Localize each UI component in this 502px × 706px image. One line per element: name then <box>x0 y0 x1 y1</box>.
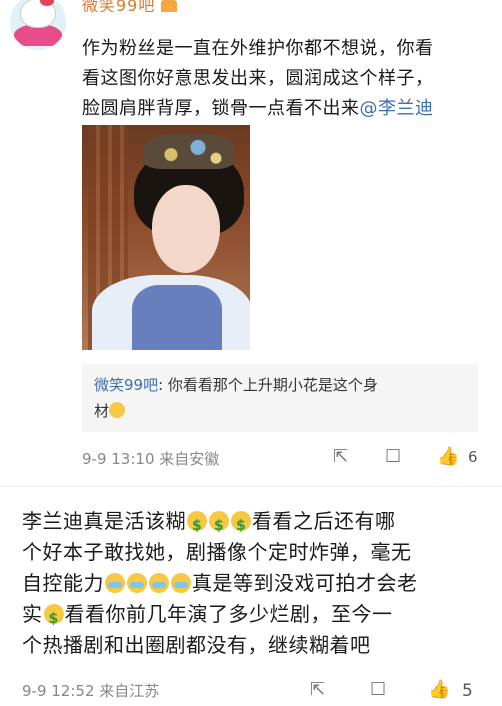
divider <box>0 486 502 487</box>
avatar[interactable] <box>10 0 66 50</box>
comment-line: 作为粉丝是一直在外维护你都不想说，你看 <box>82 38 434 59</box>
reply-separator: : <box>158 376 168 394</box>
face-shape <box>152 185 220 273</box>
crying-emoji-icon <box>171 573 191 593</box>
username[interactable]: 微笑99吧 <box>82 0 178 12</box>
robe-trim-shape <box>132 285 222 350</box>
money-mouth-emoji-icon <box>209 511 229 542</box>
like-count: 6 <box>468 448 478 466</box>
crying-emoji-icon <box>105 573 125 593</box>
share-icon[interactable]: ⇱ <box>310 679 325 701</box>
reply-preview[interactable]: 微笑99吧: 你看看那个上升期小花是这个身 材 <box>82 364 478 432</box>
reply-text: 材 <box>94 402 110 420</box>
reply-line: 微笑99吧: 你看看那个上升期小花是这个身 <box>94 372 466 398</box>
share-icon[interactable]: ⇱ <box>333 446 348 468</box>
comment-text-part: 看看之后还有哪 <box>252 509 396 533</box>
comment-line: 个热播剧和出圈剧都没有，继续糊着吧 <box>22 633 371 657</box>
username-label: 微笑99吧 <box>82 0 156 12</box>
comment-icon[interactable]: ☐ <box>370 679 386 701</box>
comment-image[interactable] <box>82 125 250 350</box>
comment-line: 自控能力 真是等到没戏可拍才会老 <box>22 568 490 599</box>
comment-text: 作为粉丝是一直在外维护你都不想说，你看 看这图你好意思发出来，圆润成这个样子， … <box>82 34 482 124</box>
thumbs-up-icon[interactable]: 👍 <box>428 679 450 701</box>
comment-icon[interactable]: ☐ <box>385 446 401 468</box>
vip-badge-icon <box>161 0 178 12</box>
reply-text: 你看看那个上升期小花是这个身 <box>167 376 378 394</box>
comment-actions: ⇱ ☐ 👍 6 <box>0 446 502 470</box>
comment-line: 实看看你前几年演了多少烂剧，至今一 <box>22 599 490 635</box>
comment-text-part: 看看你前几年演了多少烂剧，至今一 <box>64 602 393 626</box>
comment-line: 看这图你好意思发出来，圆润成这个样子， <box>82 68 434 89</box>
crying-emoji-icon <box>127 573 147 593</box>
comment-text: 李兰迪真是活该糊 看看之后还有哪 个好本子敢找她，剧播像个定时炸弹，毫无 自控能力… <box>22 506 490 661</box>
money-mouth-emoji-icon <box>187 511 207 542</box>
smile-emoji-icon <box>109 402 126 418</box>
thumbs-up-icon[interactable]: 👍 <box>437 446 459 468</box>
comment-line: 脸圆肩胖背厚，锁骨一点看不出来@李兰迪 <box>82 94 482 124</box>
comment-line: 李兰迪真是活该糊 看看之后还有哪 <box>22 506 490 542</box>
money-mouth-emoji-icon <box>43 604 64 635</box>
comment-text-part: 真是等到没戏可拍才会老 <box>192 571 418 595</box>
like-count: 5 <box>462 681 473 701</box>
comment-meta: 9-9 12:52 来自江苏 <box>22 682 160 700</box>
reply-username[interactable]: 微笑99吧 <box>94 376 158 394</box>
money-mouth-emoji-icon <box>231 511 251 542</box>
comment-line-text: 脸圆肩胖背厚，锁骨一点看不出来 <box>82 98 360 119</box>
comment-text-part: 实 <box>22 602 43 626</box>
headdress-shape <box>144 133 234 169</box>
reply-line: 材 <box>94 398 466 424</box>
mention-link[interactable]: @李兰迪 <box>360 98 434 119</box>
comment-line: 个好本子敢找她，剧播像个定时炸弹，毫无 <box>22 540 412 564</box>
comment-text-part: 自控能力 <box>22 571 104 595</box>
crying-emoji-icon <box>149 573 169 593</box>
comment-text-part: 李兰迪真是活该糊 <box>22 509 186 533</box>
